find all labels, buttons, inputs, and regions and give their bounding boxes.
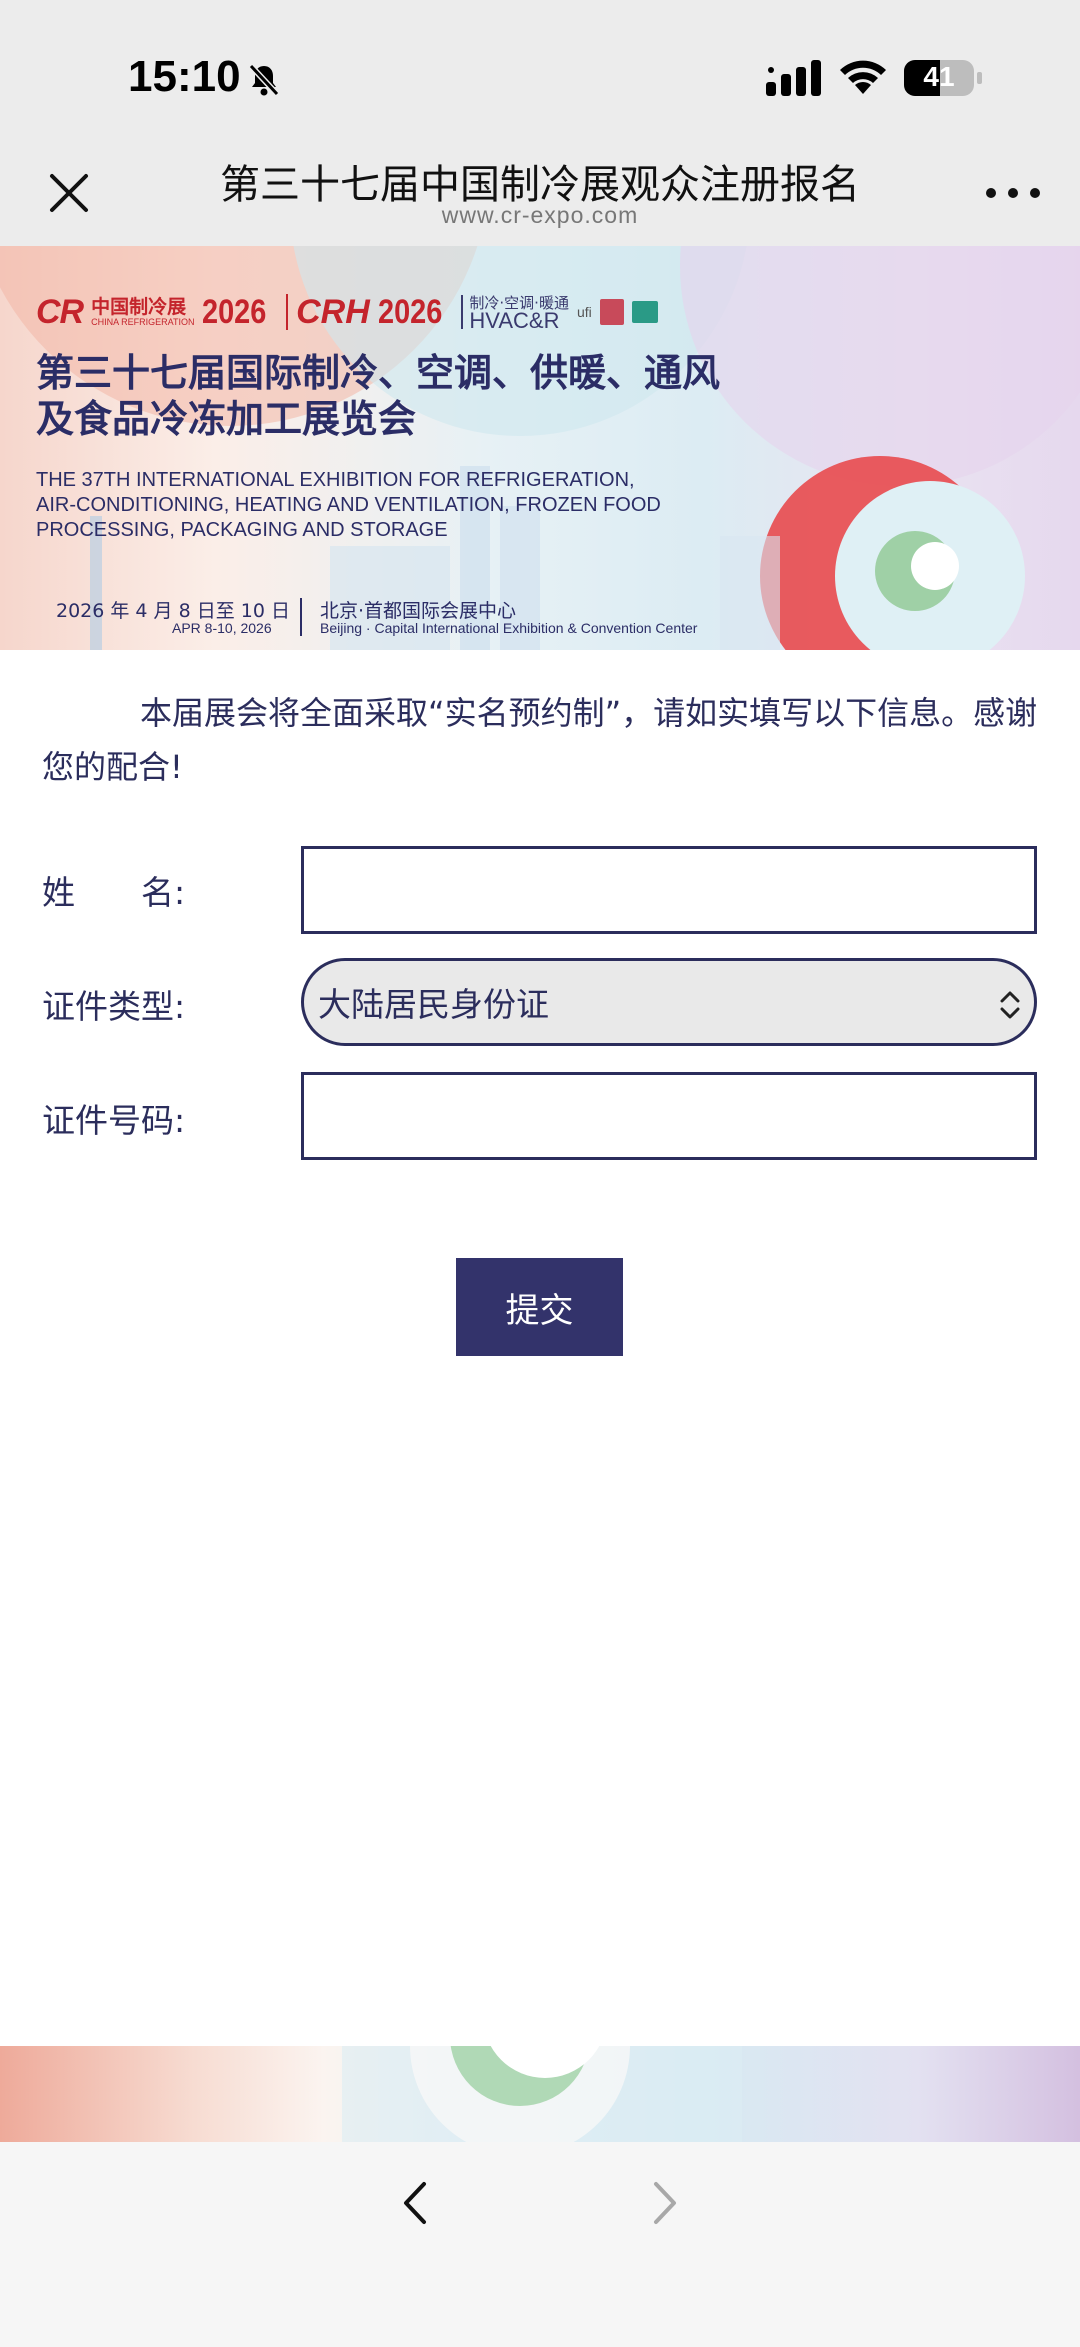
banner-logos: CR 中国制冷展 CHINA REFRIGERATION 2026 CRH 20…	[36, 292, 658, 332]
banner-title-cn-line: 第三十七届国际制冷、空调、供暖、通风	[36, 351, 721, 395]
id-type-select[interactable]: 大陆居民身份证	[301, 958, 1037, 1046]
banner-title-cn-line: 及食品冷冻加工展览会	[36, 397, 417, 441]
logo-hvac-en: HVAC&R	[469, 308, 560, 333]
id-type-value: 大陆居民身份证	[318, 985, 549, 1024]
logo-cr-name: 中国制冷展	[91, 296, 187, 318]
submit-button[interactable]: 提交	[456, 1258, 623, 1356]
logo-ufi: ufi	[576, 303, 592, 320]
id-number-input[interactable]	[301, 1072, 1037, 1160]
logo-year-2: 2026	[377, 292, 443, 331]
banner-divider	[300, 598, 302, 636]
banner-title-en-line: AIR-CONDITIONING, HEATING AND VENTILATIO…	[36, 494, 661, 516]
exhibition-banner: CR 中国制冷展 CHINA REFRIGERATION 2026 CRH 20…	[0, 246, 1080, 650]
id-type-label: 证件类型:	[42, 987, 186, 1026]
id-number-label: 证件号码:	[42, 1101, 186, 1140]
banner-title-en-line: PROCESSING, PACKAGING AND STORAGE	[36, 519, 448, 541]
logo-cr-sub: CHINA REFRIGERATION	[91, 317, 195, 327]
footer-artwork	[342, 2046, 742, 2142]
logo-cr-text: 中国制冷展 CHINA REFRIGERATION	[91, 297, 194, 327]
logo-hvac: 制冷·空调·暖通 HVAC&R	[461, 295, 569, 333]
registration-notice: 本届展会将全面采取“实名预约制”，请如实填写以下信息。感谢您的配合!	[42, 694, 1038, 786]
chevron-right-icon[interactable]	[644, 2178, 684, 2228]
footer-banner	[0, 2046, 1080, 2142]
name-label: 姓 名:	[42, 873, 186, 912]
battery-level: 41	[923, 61, 955, 92]
bell-slash-icon	[248, 63, 280, 97]
close-icon[interactable]	[44, 168, 94, 218]
logo-badge-icon	[631, 301, 658, 323]
wifi-icon	[840, 60, 886, 94]
banner-title-cn: 第三十七届国际制冷、空调、供暖、通风 及食品冷冻加工展览会	[36, 350, 720, 442]
cellular-signal-icon	[766, 60, 821, 96]
battery-icon: 41	[904, 58, 984, 98]
banner-date-cn: 2026 年 4 月 8 日至 10 日	[56, 600, 290, 622]
logo-badge-icon	[599, 299, 624, 325]
logo-crh: CRH	[296, 292, 370, 331]
select-arrows-icon	[1000, 991, 1020, 1019]
banner-title-en: THE 37TH INTERNATIONAL EXHIBITION FOR RE…	[36, 468, 736, 543]
banner-venue-cn: 北京·首都国际会展中心	[320, 600, 517, 622]
status-time: 15:10	[128, 52, 241, 101]
banner-title-en-line: THE 37TH INTERNATIONAL EXHIBITION FOR RE…	[36, 469, 635, 491]
logo-divider	[286, 294, 289, 330]
logo-year-1: 2026	[202, 292, 267, 331]
banner-venue-en: Beijing · Capital International Exhibiti…	[320, 620, 698, 636]
banner-date-en: APR 8-10, 2026	[172, 620, 272, 636]
name-input[interactable]	[301, 846, 1037, 934]
chevron-left-icon[interactable]	[396, 2178, 436, 2228]
status-bar: 15:10 41	[0, 0, 1080, 140]
more-icon[interactable]	[984, 182, 1042, 204]
nav-bar: 第三十七届中国制冷展观众注册报名 www.cr-expo.com	[0, 140, 1080, 246]
logo-cr: CR	[36, 292, 84, 331]
page-url: www.cr-expo.com	[441, 202, 639, 228]
browser-toolbar	[0, 2142, 1080, 2347]
